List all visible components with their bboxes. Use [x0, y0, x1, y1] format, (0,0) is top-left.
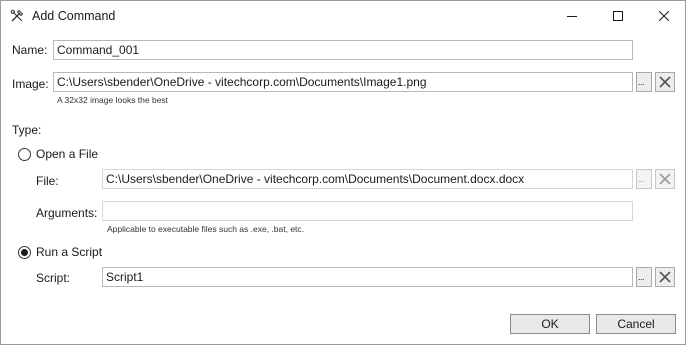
clear-icon	[659, 271, 671, 283]
script-input[interactable]: Script1	[102, 267, 633, 287]
add-command-dialog: Add Command Name: Command_001 Image: C:\…	[0, 0, 686, 345]
open-file-radio[interactable]	[18, 148, 31, 161]
file-clear-button[interactable]	[655, 169, 675, 189]
browse-label: ...	[638, 77, 645, 87]
browse-label: ...	[638, 174, 645, 184]
file-browse-button[interactable]: ...	[636, 169, 652, 189]
tools-icon	[10, 9, 24, 22]
script-browse-button[interactable]: ...	[636, 267, 652, 287]
cancel-button[interactable]: Cancel	[596, 314, 676, 334]
maximize-button[interactable]	[595, 1, 641, 32]
name-input[interactable]: Command_001	[53, 40, 633, 60]
minimize-icon	[567, 16, 577, 17]
window-title: Add Command	[32, 9, 116, 23]
radio-selected-dot	[21, 249, 28, 256]
image-hint: A 32x32 image looks the best	[57, 95, 169, 105]
arguments-label: Arguments:	[36, 206, 98, 220]
file-path-input[interactable]: C:\Users\sbender\OneDrive - vitechcorp.c…	[102, 169, 633, 189]
script-label: Script:	[36, 271, 71, 285]
image-path-input[interactable]: C:\Users\sbender\OneDrive - vitechcorp.c…	[53, 72, 633, 92]
run-script-label[interactable]: Run a Script	[36, 245, 102, 259]
clear-icon	[659, 173, 671, 185]
script-clear-button[interactable]	[655, 267, 675, 287]
arguments-hint: Applicable to executable files such as .…	[107, 224, 305, 234]
close-button[interactable]	[641, 1, 685, 32]
image-clear-button[interactable]	[655, 72, 675, 92]
image-label: Image:	[12, 77, 49, 91]
image-browse-button[interactable]: ...	[636, 72, 652, 92]
name-label: Name:	[12, 43, 48, 57]
minimize-button[interactable]	[549, 1, 595, 32]
maximize-icon	[613, 11, 623, 21]
open-file-label[interactable]: Open a File	[36, 147, 98, 161]
file-label: File:	[36, 174, 59, 188]
close-icon	[659, 11, 669, 21]
run-script-radio[interactable]	[18, 246, 31, 259]
arguments-input[interactable]	[102, 201, 633, 221]
clear-icon	[659, 76, 671, 88]
ok-button[interactable]: OK	[510, 314, 590, 334]
title-bar[interactable]: Add Command	[1, 1, 685, 32]
browse-label: ...	[638, 272, 645, 282]
type-label: Type:	[12, 123, 42, 137]
